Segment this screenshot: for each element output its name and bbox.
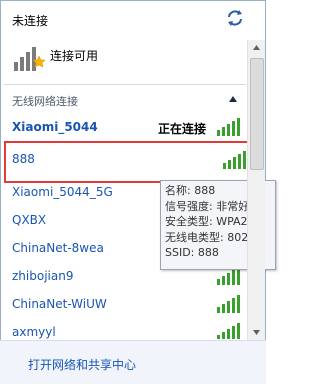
signal-full-icon — [223, 151, 246, 169]
footer: 打开网络和共享中心 — [0, 340, 266, 384]
wifi-flyout: 未连接 连接可用 无线网络连接 Xiaomi_5044 正在连接 888 Xia… — [0, 0, 276, 384]
signal-full-icon — [217, 323, 240, 339]
network-item-chinanet-wiuw[interactable]: ChinaNet-WiUW — [6, 291, 246, 319]
network-item-xiaomi-5044[interactable]: Xiaomi_5044 正在连接 — [6, 114, 246, 142]
connection-status: 未连接 — [12, 14, 49, 28]
signal-with-star-icon — [14, 47, 46, 71]
section-title: 无线网络连接 — [12, 95, 78, 108]
chevron-up-icon — [253, 45, 260, 50]
scroll-down-button[interactable] — [248, 323, 265, 340]
open-network-center-link[interactable]: 打开网络和共享中心 — [28, 356, 136, 373]
network-item-888[interactable]: 888 — [4, 141, 254, 183]
network-name: ChinaNet-WiUW — [12, 297, 107, 311]
scroll-up-button[interactable] — [248, 40, 265, 57]
connecting-status: 正在连接 — [157, 122, 206, 136]
network-name: QXBX — [12, 213, 47, 227]
chevron-up-icon[interactable] — [228, 95, 238, 103]
signal-full-icon — [217, 118, 240, 136]
network-name: 888 — [12, 152, 35, 166]
refresh-arrows-icon[interactable] — [226, 9, 244, 27]
scroll-thumb[interactable] — [250, 58, 264, 170]
network-name: zhibojian9 — [12, 269, 74, 283]
scrollbar[interactable] — [247, 40, 265, 340]
signal-full-icon — [217, 295, 240, 313]
divider — [4, 84, 246, 85]
network-state-label: 连接可用 — [50, 49, 99, 63]
network-name: Xiaomi_5044_5G — [12, 185, 113, 199]
chevron-down-icon — [253, 330, 260, 335]
network-item-axmyyl[interactable]: axmyyl — [6, 319, 246, 339]
network-name: Xiaomi_5044 — [12, 120, 98, 134]
network-name: axmyyl — [12, 325, 56, 339]
network-name: ChinaNet-8wea — [12, 241, 104, 255]
